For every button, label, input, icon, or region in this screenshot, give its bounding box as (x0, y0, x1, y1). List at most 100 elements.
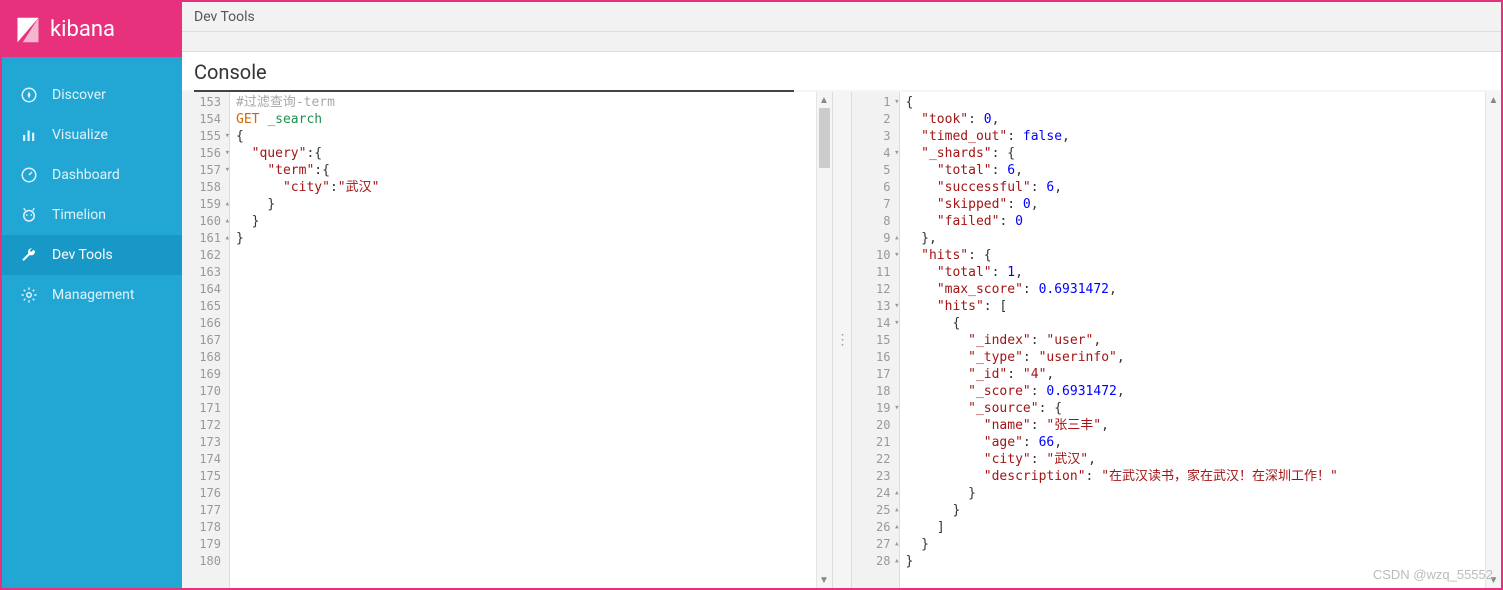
line-number: 21 (852, 434, 899, 451)
code-line (236, 434, 832, 451)
sidebar-item-timelion[interactable]: Timelion (2, 195, 182, 235)
line-number: 10▾ (852, 247, 899, 264)
line-number: 23 (852, 468, 899, 485)
fold-icon[interactable]: ▾ (222, 128, 230, 145)
scroll-down-icon[interactable]: ▼ (1486, 572, 1501, 588)
code-line: { (236, 128, 832, 145)
pane-splitter[interactable]: ⋮ (832, 92, 852, 588)
brand-name: kibana (50, 17, 115, 42)
code-line: "_id": "4", (906, 366, 1502, 383)
fold-icon[interactable]: ▴ (222, 196, 230, 213)
line-number: 177 (182, 502, 229, 519)
line-number: 19▾ (852, 400, 899, 417)
code-line: "city":"武汉" (236, 179, 832, 196)
scroll-up-icon[interactable]: ▲ (1486, 92, 1501, 108)
fold-icon[interactable]: ▾ (892, 247, 900, 264)
code-line (236, 400, 832, 417)
fold-icon[interactable]: ▾ (892, 94, 900, 111)
sidebar-item-dashboard[interactable]: Dashboard (2, 155, 182, 195)
code-line (236, 485, 832, 502)
code-line: "_score": 0.6931472, (906, 383, 1502, 400)
fold-icon[interactable]: ▴ (222, 213, 230, 230)
code-line (236, 264, 832, 281)
fold-icon[interactable]: ▾ (892, 315, 900, 332)
line-number: 18 (852, 383, 899, 400)
fold-icon[interactable]: ▾ (892, 400, 900, 417)
fold-icon[interactable]: ▾ (222, 162, 230, 179)
main-area: Dev Tools Console 153154155▾156▾157▾1581… (182, 2, 1501, 588)
toolbar-gap (182, 32, 1501, 52)
line-number: 178 (182, 519, 229, 536)
scroll-up-icon[interactable]: ▲ (817, 92, 832, 108)
fold-icon[interactable]: ▾ (222, 145, 230, 162)
code-line (236, 468, 832, 485)
line-number: 28▴ (852, 553, 899, 570)
drag-handle-icon: ⋮ (836, 332, 848, 348)
response-viewer[interactable]: 1▾234▾56789▴10▾111213▾14▾1516171819▾2021… (852, 92, 1502, 588)
compass-icon (20, 86, 38, 104)
line-number: 159▴ (182, 196, 229, 213)
line-number: 6 (852, 179, 899, 196)
fold-icon[interactable]: ▴ (892, 519, 900, 536)
line-number: 8 (852, 213, 899, 230)
sidebar-item-dev-tools[interactable]: Dev Tools (2, 235, 182, 275)
code-line: "_type": "userinfo", (906, 349, 1502, 366)
fold-icon[interactable]: ▾ (892, 298, 900, 315)
sidebar-item-label: Management (52, 287, 134, 303)
kibana-icon (14, 16, 42, 44)
code-line: "skipped": 0, (906, 196, 1502, 213)
fold-icon[interactable]: ▴ (892, 485, 900, 502)
fold-icon[interactable]: ▴ (892, 502, 900, 519)
fold-icon[interactable]: ▴ (892, 536, 900, 553)
line-number: 20 (852, 417, 899, 434)
code-line: "successful": 6, (906, 179, 1502, 196)
line-number: 158 (182, 179, 229, 196)
line-number: 161▴ (182, 230, 229, 247)
code-line: "name": "张三丰", (906, 417, 1502, 434)
bar-chart-icon (20, 126, 38, 144)
line-number: 157▾ (182, 162, 229, 179)
breadcrumb: Dev Tools (182, 2, 1501, 32)
line-number: 4▾ (852, 145, 899, 162)
request-editor[interactable]: 153154155▾156▾157▾158159▴160▴161▴1621631… (182, 92, 832, 588)
scroll-thumb[interactable] (819, 108, 830, 168)
timelion-icon (20, 206, 38, 224)
line-number: 173 (182, 434, 229, 451)
nav-list: DiscoverVisualizeDashboardTimelionDev To… (2, 57, 182, 315)
code-line (236, 383, 832, 400)
line-number: 170 (182, 383, 229, 400)
sidebar-item-management[interactable]: Management (2, 275, 182, 315)
code-line: "_source": { (906, 400, 1502, 417)
line-number: 174 (182, 451, 229, 468)
code-line: "total": 6, (906, 162, 1502, 179)
line-number: 162 (182, 247, 229, 264)
code-line: "timed_out": false, (906, 128, 1502, 145)
fold-icon[interactable]: ▾ (892, 145, 900, 162)
line-number: 12 (852, 281, 899, 298)
line-number: 156▾ (182, 145, 229, 162)
code-line: } (906, 536, 1502, 553)
output-scrollbar[interactable]: ▲ ▼ (1485, 92, 1501, 588)
line-number: 5 (852, 162, 899, 179)
code-line: } (906, 502, 1502, 519)
code-line: "description": "在武汉读书，家在武汉！在深圳工作！" (906, 468, 1502, 485)
gauge-icon (20, 166, 38, 184)
fold-icon[interactable]: ▴ (892, 553, 900, 570)
sidebar-item-discover[interactable]: Discover (2, 75, 182, 115)
scroll-down-icon[interactable]: ▼ (817, 572, 832, 588)
code-line: "total": 1, (906, 264, 1502, 281)
code-line (236, 366, 832, 383)
editor-gutter: 153154155▾156▾157▾158159▴160▴161▴1621631… (182, 92, 230, 588)
editor-scrollbar[interactable]: ▲ ▼ (816, 92, 832, 588)
sidebar-item-visualize[interactable]: Visualize (2, 115, 182, 155)
code-line: "age": 66, (906, 434, 1502, 451)
line-number: 179 (182, 536, 229, 553)
code-line: "hits": [ (906, 298, 1502, 315)
line-number: 154 (182, 111, 229, 128)
editor-code[interactable]: #过滤查询-termGET _search{ "query":{ "term":… (230, 92, 832, 588)
fold-icon[interactable]: ▴ (222, 230, 230, 247)
code-line: "query":{ (236, 145, 832, 162)
code-line: } (236, 230, 832, 247)
fold-icon[interactable]: ▴ (892, 230, 900, 247)
brand-logo[interactable]: kibana (2, 2, 182, 57)
